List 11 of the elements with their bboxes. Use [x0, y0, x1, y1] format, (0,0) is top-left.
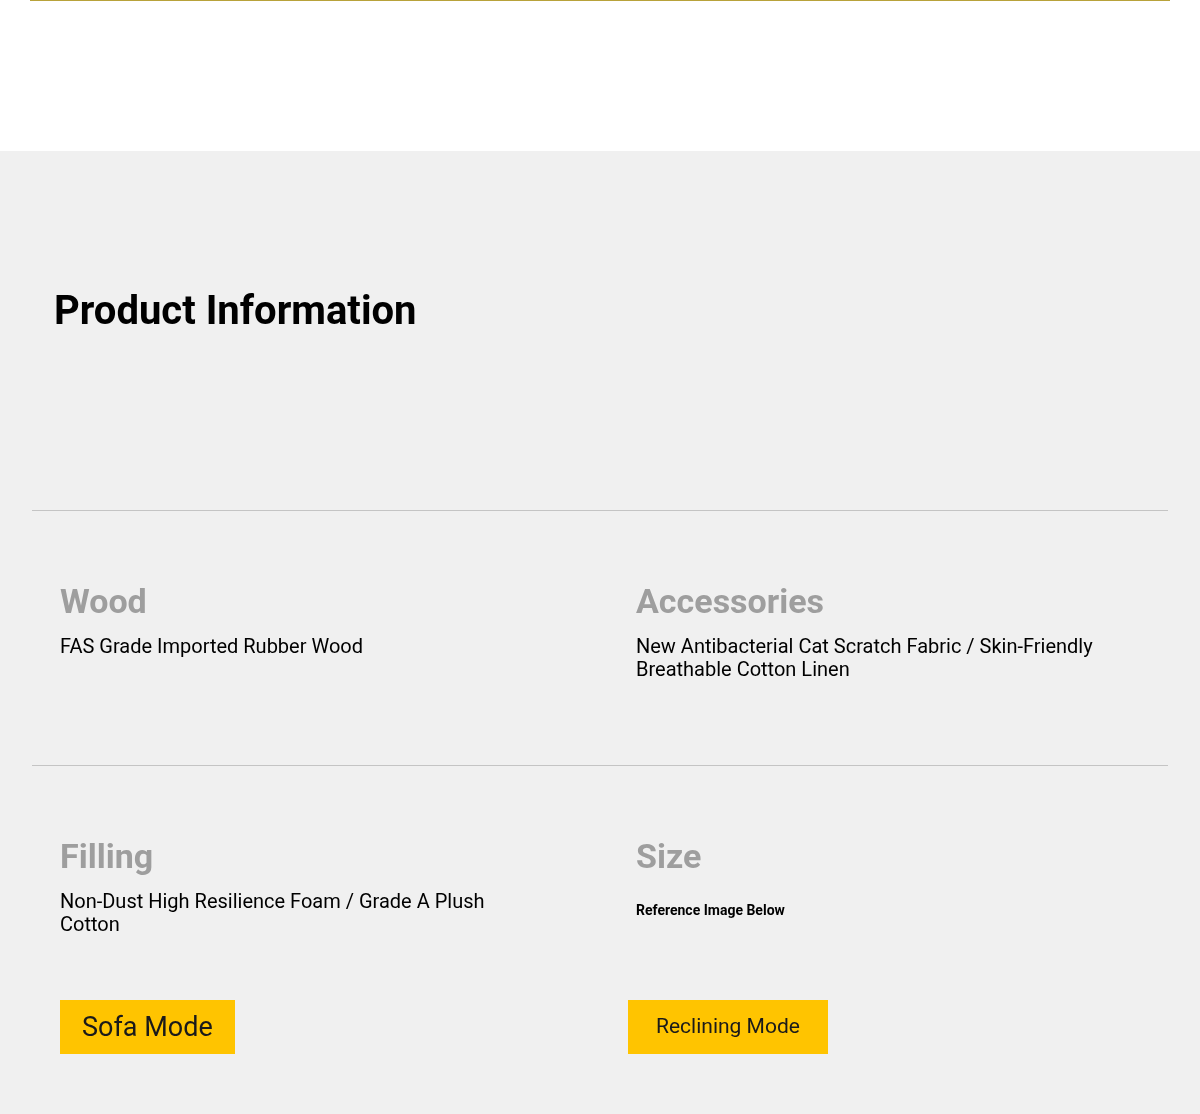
- spec-label: Size: [636, 836, 703, 876]
- spec-label: Filling: [60, 836, 155, 876]
- mode-badge: Reclining Mode: [628, 1000, 828, 1054]
- spec-value: Non-Dust High Resilience Foam / Grade A Plush Cotton: [60, 890, 486, 936]
- spec-label: Accessories: [636, 581, 826, 621]
- spec-value: FAS Grade Imported Rubber Wood: [60, 635, 364, 658]
- section-heading: Product Information: [54, 285, 417, 336]
- spec-label: Wood: [60, 581, 148, 621]
- spec-value: New Antibacterial Cat Scratch Fabric / Skin-Friendly Breathable Cotton Linen: [636, 635, 1094, 681]
- mode-badge: Sofa Mode: [60, 1000, 235, 1054]
- spec-value: Reference Image Below: [636, 901, 786, 920]
